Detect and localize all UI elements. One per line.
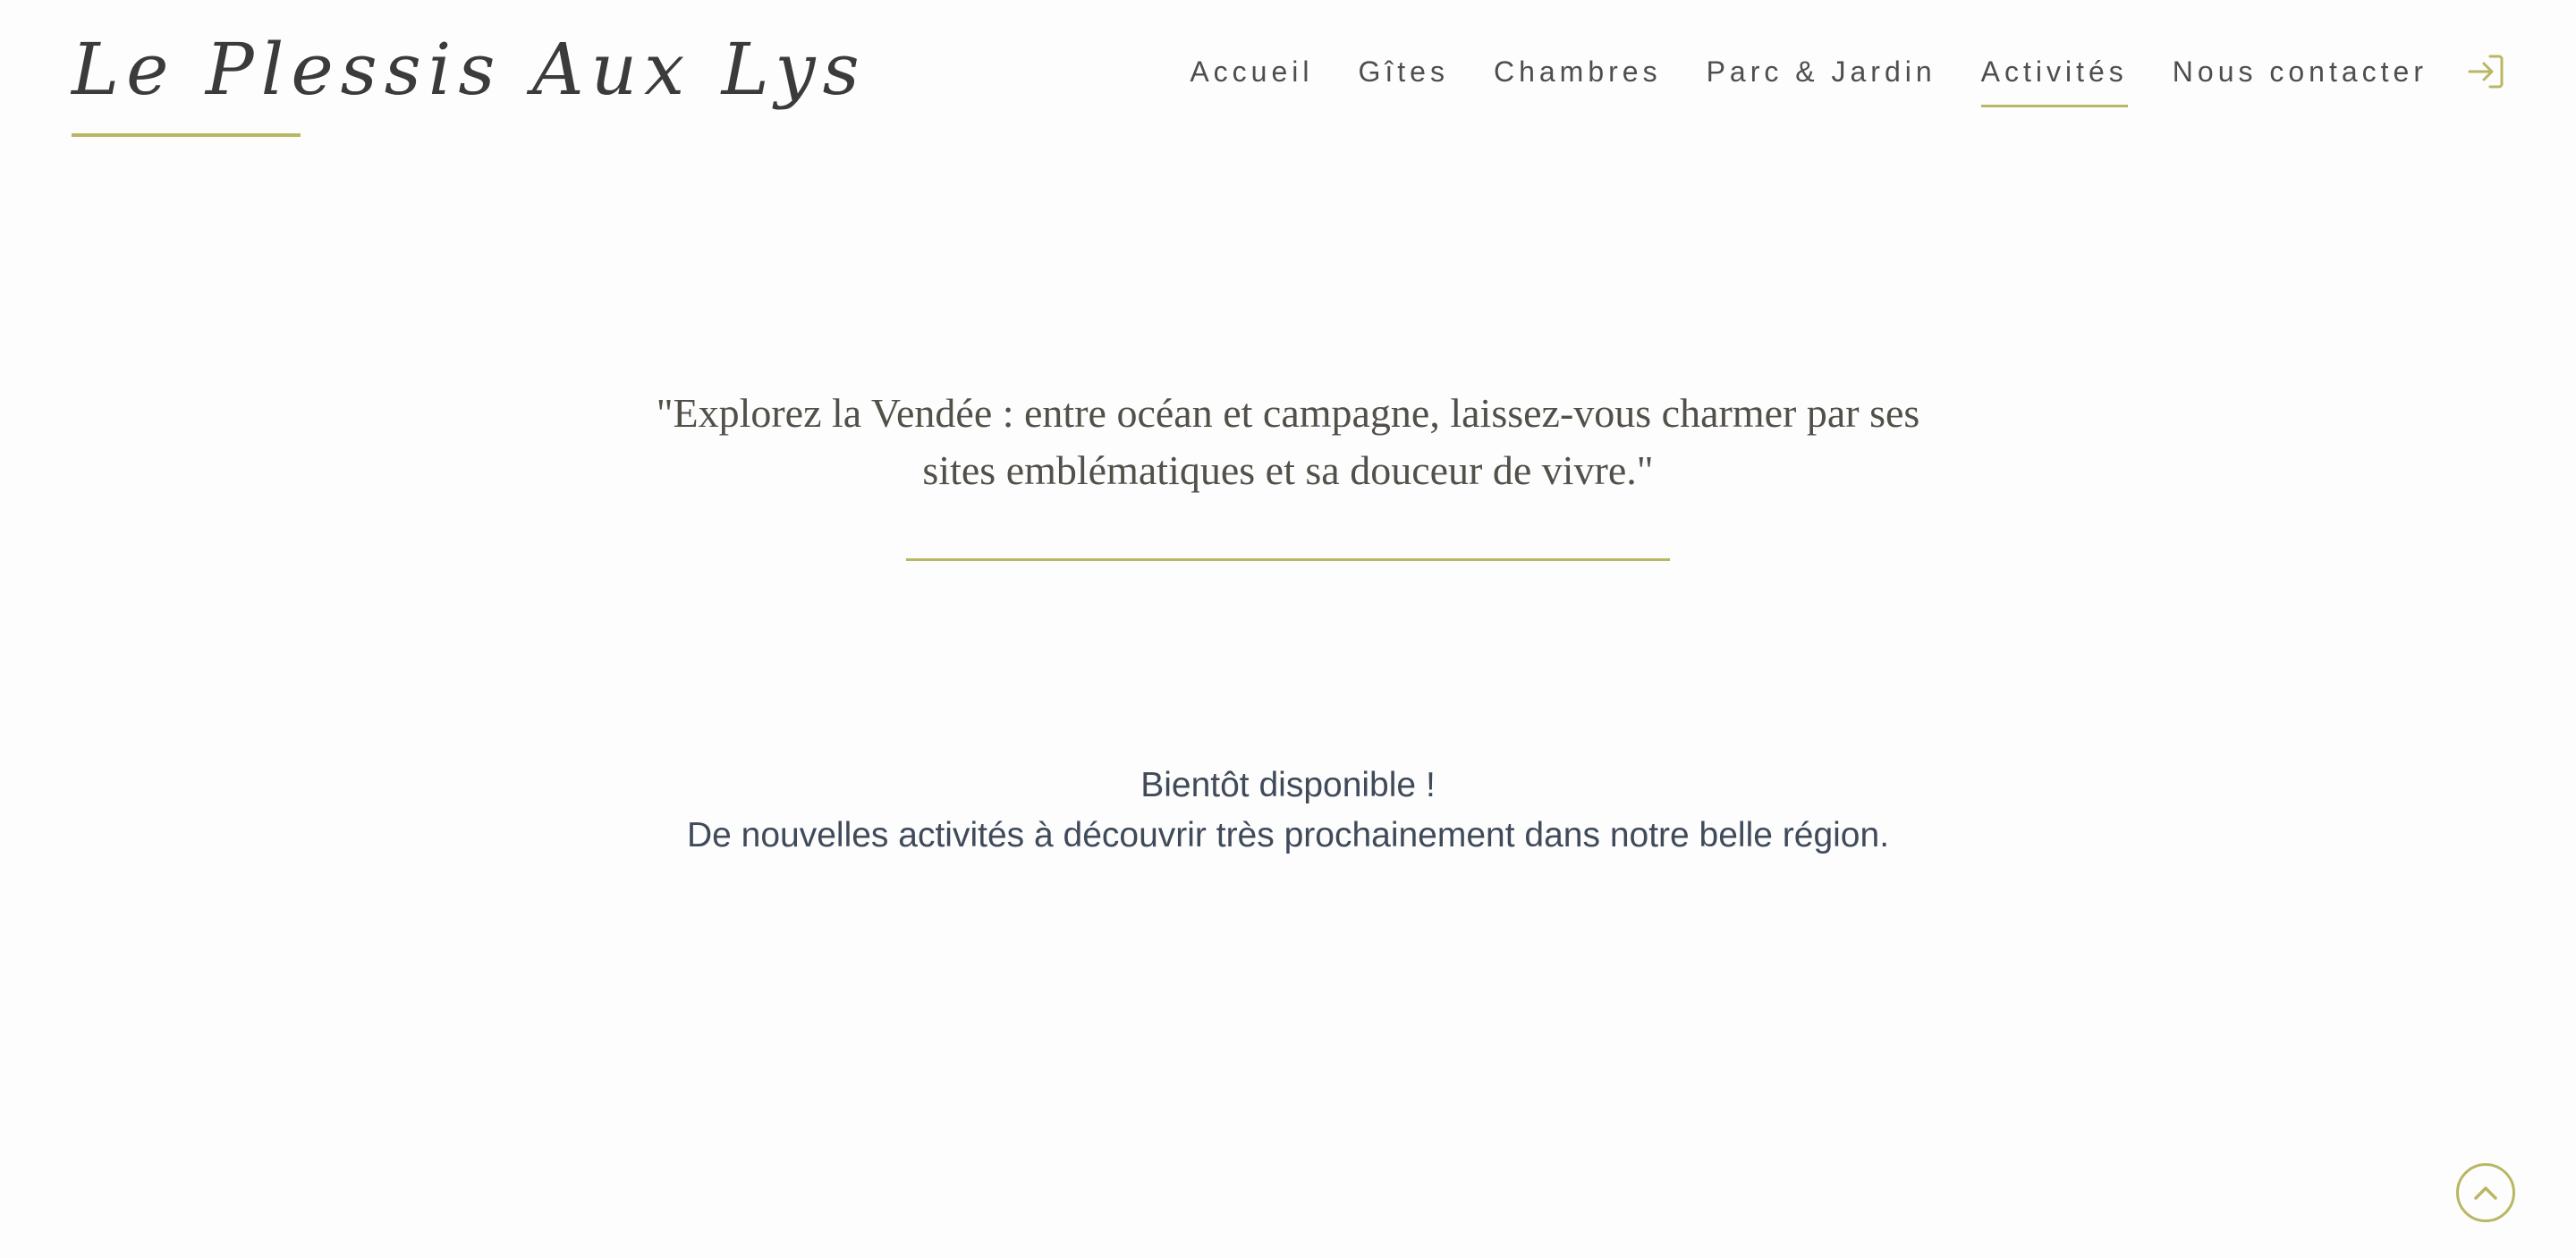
nav-item-nous-contacter[interactable]: Nous contacter [2173, 54, 2428, 102]
nav-item-chambres[interactable]: Chambres [1494, 54, 1662, 102]
quote-line-1: "Explorez la Vendée : entre océan et cam… [656, 390, 1920, 436]
vendee-quote: "Explorez la Vendée : entre océan et cam… [0, 385, 2576, 499]
nav-item-activites[interactable]: Activités [1980, 54, 2128, 107]
nav-item-gites[interactable]: Gîtes [1358, 54, 1448, 102]
logo-underline [72, 133, 301, 137]
site-logo[interactable]: Le Plessis Aux Lys [72, 34, 867, 106]
nav-item-parc-jardin[interactable]: Parc & Jardin [1707, 54, 1936, 102]
coming-soon-section: Bientôt disponible ! De nouvelles activi… [0, 761, 2576, 861]
login-arrow-icon[interactable] [2467, 54, 2504, 89]
quote-line-2: sites emblématiques et sa douceur de viv… [922, 447, 1654, 493]
nav-item-accueil[interactable]: Accueil [1190, 54, 1313, 102]
main-nav: Accueil Gîtes Chambres Parc & Jardin Act… [1190, 54, 2428, 107]
scroll-to-top-button[interactable] [2456, 1163, 2515, 1222]
coming-soon-text: De nouvelles activités à découvrir très … [686, 816, 1890, 854]
coming-soon-title: Bientôt disponible ! [1140, 766, 1436, 804]
chevron-up-icon [2474, 1186, 2497, 1200]
quote-divider [906, 558, 1670, 561]
